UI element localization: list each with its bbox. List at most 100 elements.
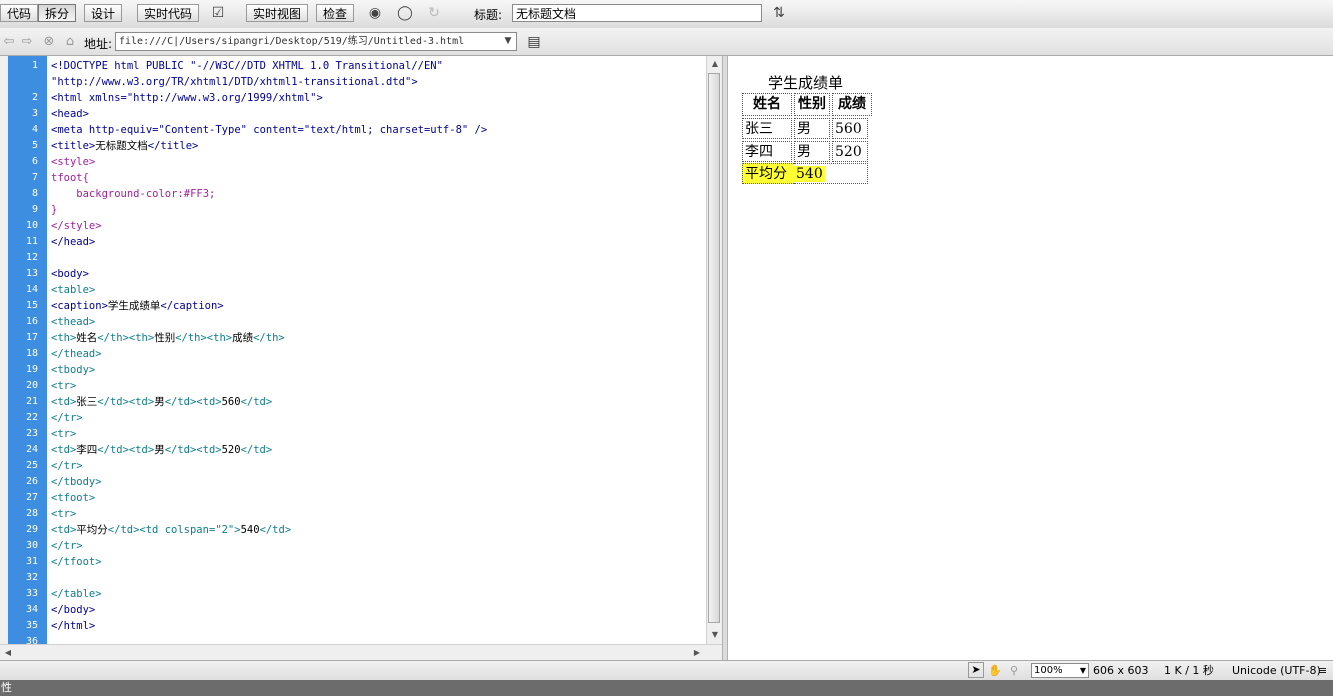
inspect-button[interactable]: 检查: [316, 4, 355, 22]
live-view-button[interactable]: 实时视图: [246, 4, 309, 22]
code-line[interactable]: <title>无标题文档</title>: [51, 138, 198, 154]
code-line[interactable]: background-color:#FF3;: [51, 186, 215, 202]
code-line[interactable]: <head>: [51, 106, 89, 122]
table-header-gender[interactable]: 性别: [794, 93, 830, 116]
code-line[interactable]: </style>: [51, 218, 102, 234]
code-token: <tr>: [51, 380, 77, 392]
code-line[interactable]: <tr>: [51, 506, 76, 522]
design-view-button[interactable]: 设计: [84, 4, 123, 22]
line-number: 12: [25, 252, 38, 263]
code-line[interactable]: }: [51, 202, 57, 218]
code-line[interactable]: <caption>学生成绩单</caption>: [51, 298, 224, 314]
code-token: </td>: [240, 444, 273, 456]
live-code-button[interactable]: 实时代码: [137, 4, 200, 22]
zoom-select[interactable]: 100% ▼: [1031, 663, 1089, 678]
code-line[interactable]: <tr>: [51, 378, 76, 394]
code-line[interactable]: tfoot{: [51, 170, 89, 186]
code-token: </td><td>: [97, 444, 155, 456]
table-cell[interactable]: 张三: [742, 118, 792, 139]
address-input[interactable]: file:///C|/Users/sipangri/Desktop/519/练习…: [115, 32, 517, 51]
browser-menu-icon[interactable]: ▤: [522, 33, 546, 51]
forward-icon[interactable]: ⇨: [19, 34, 35, 50]
table-cell[interactable]: 520: [832, 141, 868, 162]
select-tool-icon[interactable]: ➤: [968, 662, 984, 678]
line-number: 34: [25, 604, 38, 615]
scroll-right-icon[interactable]: ▶: [690, 646, 704, 660]
title-input[interactable]: 无标题文档: [512, 4, 762, 22]
line-number: 31: [25, 556, 38, 567]
gutter-strip: [0, 56, 8, 660]
code-line[interactable]: </html>: [51, 618, 95, 634]
table-cell[interactable]: 男: [794, 141, 830, 162]
code-token: 无标题文档: [95, 140, 148, 152]
code-token: <tr>: [51, 428, 77, 440]
zoom-tool-icon[interactable]: ⚲: [1010, 664, 1018, 678]
code-line[interactable]: <tbody>: [51, 362, 95, 378]
code-line[interactable]: <body>: [51, 266, 89, 282]
stop-icon[interactable]: ⊗: [41, 34, 57, 50]
code-line[interactable]: </body>: [51, 602, 95, 618]
code-line[interactable]: </table>: [51, 586, 102, 602]
code-line[interactable]: <td>李四</td><td>男</td><td>520</td>: [51, 442, 272, 458]
split-view-button[interactable]: 拆分: [38, 4, 77, 22]
chevron-down-icon[interactable]: ▼: [500, 33, 516, 50]
code-scroll-thumb[interactable]: [708, 73, 720, 623]
address-label: 地址:: [84, 37, 113, 51]
globe-icon[interactable]: ◉: [365, 5, 385, 22]
scroll-up-icon[interactable]: ▲: [708, 57, 722, 71]
code-line[interactable]: <tfoot>: [51, 490, 95, 506]
code-line[interactable]: <!DOCTYPE html PUBLIC "-//W3C//DTD XHTML…: [51, 58, 443, 74]
code-token: </tr>: [51, 460, 83, 472]
code-line[interactable]: <td>平均分</td><td colspan="2">540</td>: [51, 522, 291, 538]
file-management-icon[interactable]: ⇅: [769, 5, 789, 22]
code-token: <head>: [51, 108, 89, 120]
code-token: </td><td>: [164, 444, 222, 456]
table-footer-label[interactable]: 平均分: [742, 163, 794, 184]
home-icon[interactable]: ⌂: [62, 34, 78, 50]
table-cell[interactable]: 男: [794, 118, 830, 139]
table-footer-value: 540: [794, 166, 825, 182]
code-line[interactable]: </tr>: [51, 458, 83, 474]
back-icon[interactable]: ⇦: [1, 34, 17, 50]
check-icon[interactable]: ☑: [208, 5, 228, 22]
code-token: </caption>: [160, 300, 224, 312]
code-token: </tbody>: [51, 476, 102, 488]
code-line[interactable]: </tbody>: [51, 474, 102, 490]
table-header-name[interactable]: 姓名: [742, 93, 792, 116]
code-token: 男: [154, 444, 165, 456]
code-line[interactable]: <th>姓名</th><th>性别</th><th>成绩</th>: [51, 330, 285, 346]
table-cell[interactable]: 李四: [742, 141, 792, 162]
line-number: 11: [25, 236, 38, 247]
hand-tool-icon[interactable]: ✋: [988, 664, 1002, 678]
code-token: </html>: [51, 620, 96, 632]
table-header-score[interactable]: 成绩: [832, 93, 872, 116]
window-size[interactable]: 606 x 603: [1093, 664, 1149, 678]
code-line[interactable]: <table>: [51, 282, 95, 298]
code-line[interactable]: </head>: [51, 234, 95, 250]
code-line[interactable]: <thead>: [51, 314, 95, 330]
code-token: 学生成绩单: [107, 300, 161, 312]
code-line[interactable]: "http://www.w3.org/TR/xhtml1/DTD/xhtml1-…: [51, 74, 418, 90]
status-menu-icon[interactable]: ≡: [1318, 664, 1327, 678]
preview-options-icon[interactable]: ◯: [395, 5, 415, 22]
code-view-button[interactable]: 代码: [0, 4, 39, 22]
scroll-down-icon[interactable]: ▼: [708, 628, 722, 642]
code-line[interactable]: </tfoot>: [51, 554, 102, 570]
code-token: 平均分: [76, 524, 108, 536]
code-token: </title>: [147, 140, 199, 152]
code-line[interactable]: <td>张三</td><td>男</td><td>560</td>: [51, 394, 272, 410]
code-line[interactable]: <style>: [51, 154, 95, 170]
code-horizontal-scrollbar[interactable]: ◀ ▶: [0, 644, 722, 660]
code-line[interactable]: <meta http-equiv="Content-Type" content=…: [51, 122, 487, 138]
code-token: </td>: [240, 396, 273, 408]
code-line[interactable]: </tr>: [51, 410, 83, 426]
code-line[interactable]: <tr>: [51, 426, 76, 442]
table-cell[interactable]: 560: [832, 118, 868, 139]
code-line[interactable]: </tr>: [51, 538, 83, 554]
table-footer-value-cell[interactable]: 540: [794, 163, 868, 184]
refresh-icon[interactable]: ↻: [424, 5, 444, 22]
code-view-pane[interactable]: ▲ ▼ ◀ ▶ 1 <!DOCTYPE html PUBLIC "-//W3C//…: [0, 56, 723, 660]
code-line[interactable]: </thead>: [51, 346, 102, 362]
browser-navigation-toolbar: ⇦ ⇨ ⊗ ⌂ 地址: file:///C|/Users/sipangri/De…: [0, 28, 1333, 56]
code-line[interactable]: <html xmlns="http://www.w3.org/1999/xhtm…: [51, 90, 323, 106]
